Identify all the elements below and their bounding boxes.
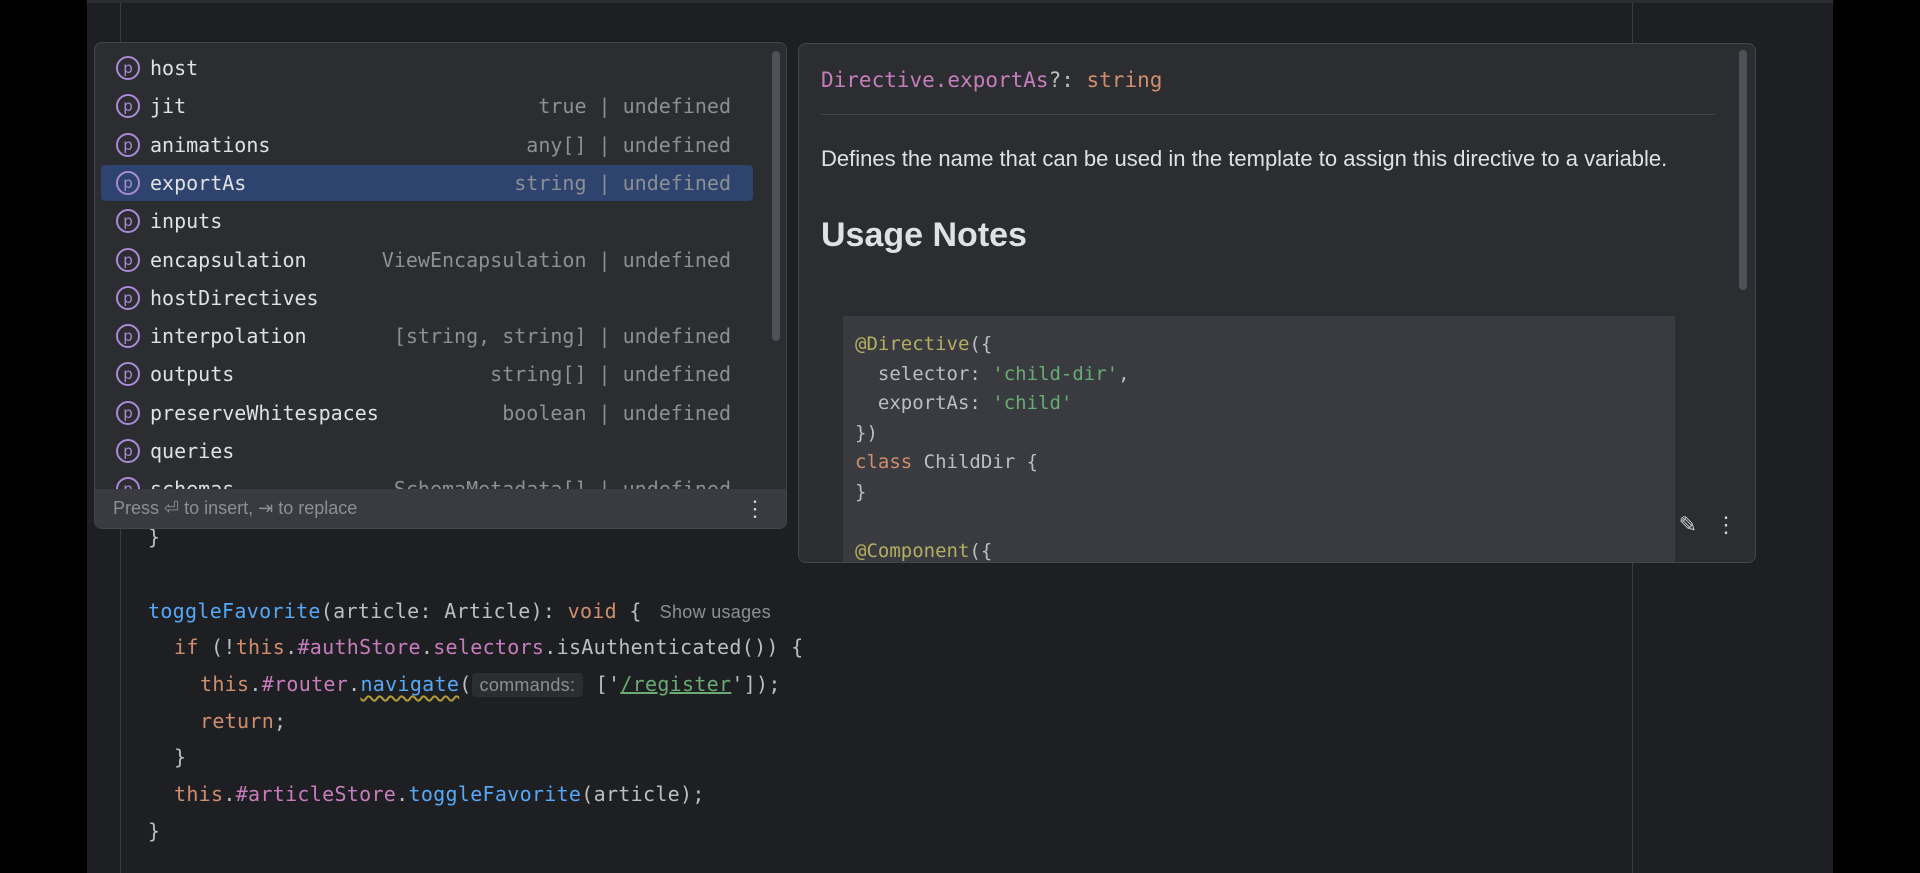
parameter-hint: commands: [471, 673, 584, 697]
completion-footer: Press ⏎ to insert, ⇥ to replace ⋮ [95, 489, 786, 528]
property-icon: p [116, 94, 140, 119]
doc-description: Defines the name that can be used in the… [821, 146, 1668, 171]
completion-item-label: host [150, 56, 199, 80]
doc-signature: Directive.exportAs?: string [821, 68, 1163, 92]
completion-item-type: true | undefined [538, 94, 731, 119]
property-icon: p [116, 247, 140, 272]
completion-item-label: hostDirectives [150, 285, 319, 310]
more-options-icon[interactable]: ⋮ [1715, 512, 1737, 538]
completion-item-type: string | undefined [514, 170, 731, 195]
property-icon: p [116, 209, 140, 234]
code-line: } [174, 745, 187, 769]
completion-item-animations[interactable]: p animations any[] | undefined [101, 127, 753, 163]
completion-item-type: boolean | undefined [502, 400, 731, 425]
completion-item-host[interactable]: p host [101, 50, 753, 86]
completion-item-label: outputs [150, 362, 235, 387]
completion-item-label: queries [150, 439, 235, 463]
property-icon: p [116, 439, 140, 463]
completion-item-inputs[interactable]: p inputs [101, 203, 753, 239]
code-line: this.#articleStore.toggleFavorite(articl… [174, 782, 705, 806]
code-line: } [148, 819, 161, 843]
doc-scrollbar[interactable] [1739, 50, 1747, 290]
property-icon: p [116, 285, 140, 310]
completion-item-type: ViewEncapsulation | undefined [381, 247, 731, 272]
show-usages-link[interactable]: Show usages [660, 602, 771, 622]
completion-item-label: animations [150, 132, 271, 157]
property-icon: p [116, 400, 140, 425]
completion-item-interpolation[interactable]: p interpolation [string, string] | undefin… [101, 318, 753, 354]
doc-heading: Usage Notes [821, 216, 1027, 254]
more-options-icon[interactable]: ⋮ [744, 496, 766, 522]
completion-item-label: jit [150, 94, 187, 119]
completion-item-type: [string, string] | undefined [393, 324, 731, 349]
completion-item-type: string[] | undefined [490, 362, 731, 387]
property-icon: p [116, 56, 140, 80]
completion-item-label: interpolation [150, 324, 307, 349]
completion-scrollbar[interactable] [772, 51, 780, 341]
completion-item-encapsulation[interactable]: p encapsulation ViewEncapsulation | undefi… [101, 242, 753, 278]
completion-item-queries[interactable]: p queries [101, 433, 753, 469]
completion-item-exportAs[interactable]: p exportAs string | undefined [101, 164, 753, 201]
completion-item-label: exportAs [150, 170, 247, 195]
completion-item-label: encapsulation [150, 247, 307, 272]
edit-icon[interactable]: ✎ [1679, 512, 1697, 538]
code-line: return; [200, 709, 287, 733]
completion-item-jit[interactable]: p jit true | undefined [101, 88, 753, 124]
code-line: toggleFavorite(article: Article): void {… [148, 599, 772, 623]
code-line: this.#router.navigate(commands: ['/regis… [200, 672, 781, 697]
property-icon: p [116, 362, 140, 387]
completion-popup[interactable]: p host p jit true | undefined p animations any[… [94, 42, 787, 529]
property-icon: p [116, 170, 140, 195]
completion-item-label: inputs [150, 209, 223, 234]
documentation-popup[interactable]: Directive.exportAs?: string Defines the … [798, 43, 1756, 563]
completion-item-hostDirectives[interactable]: p hostDirectives [101, 280, 753, 316]
completion-item-preserveWhitespaces[interactable]: p preserveWhitespaces boolean | undefined [101, 395, 753, 431]
completion-item-outputs[interactable]: p outputs string[] | undefined [101, 356, 753, 392]
code-line: if (!this.#authStore.selectors.isAuthent… [174, 635, 804, 659]
property-icon: p [116, 324, 140, 349]
completion-item-type: any[] | undefined [526, 132, 731, 157]
property-icon: p [116, 132, 140, 157]
divider [821, 114, 1715, 115]
doc-code-sample: @Directive({ selector: 'child-dir', expo… [843, 316, 1675, 562]
completion-item-label: preserveWhitespaces [150, 400, 379, 425]
